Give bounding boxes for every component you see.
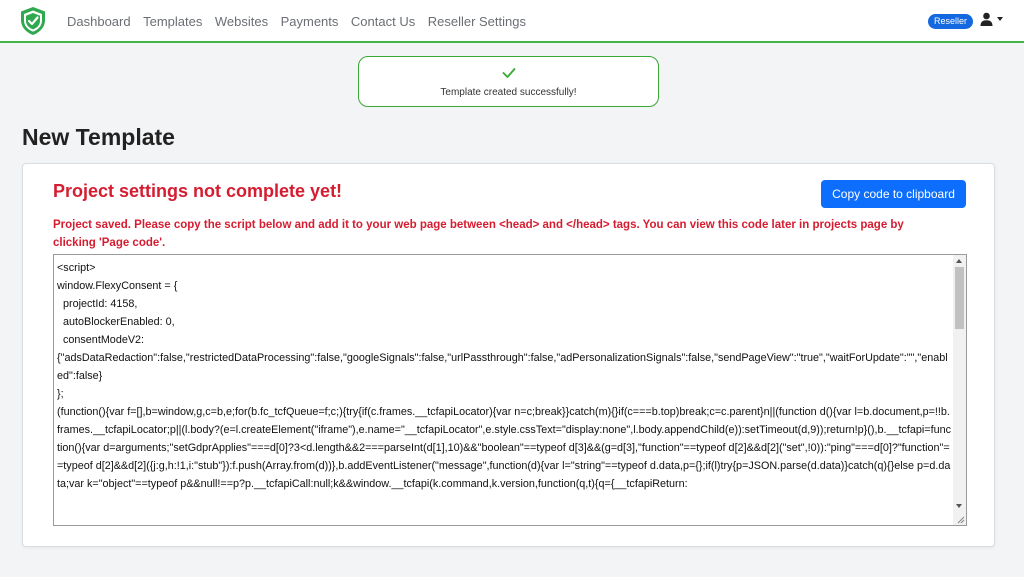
template-card: Project settings not complete yet! Copy … [22, 163, 995, 547]
code-content: <script> window.FlexyConsent = { project… [57, 262, 952, 490]
warning-text: Project saved. Please copy the script be… [53, 219, 904, 249]
scroll-thumb[interactable] [955, 267, 964, 329]
nav-link-contact-us[interactable]: Contact Us [351, 14, 415, 29]
nav-link-payments[interactable]: Payments [281, 14, 339, 29]
resize-grip-icon[interactable] [955, 514, 965, 524]
toast-message: Template created successfully! [440, 87, 577, 98]
check-icon [502, 68, 516, 78]
copy-code-button[interactable]: Copy code to clipboard [821, 180, 966, 208]
nav-link-websites[interactable]: Websites [215, 14, 268, 29]
reseller-badge: Reseller [928, 14, 974, 29]
scroll-up-icon[interactable] [956, 259, 962, 263]
success-toast: Template created successfully! [358, 56, 659, 107]
nav-link-templates[interactable]: Templates [143, 14, 202, 29]
shield-check-icon[interactable] [19, 6, 47, 36]
nav-link-dashboard[interactable]: Dashboard [67, 14, 131, 29]
code-textarea[interactable]: <script> window.FlexyConsent = { project… [53, 254, 967, 526]
user-menu-toggle[interactable] [980, 12, 1003, 26]
nav-link-reseller-settings[interactable]: Reseller Settings [428, 14, 526, 29]
user-icon [980, 12, 993, 26]
nav-links: Dashboard Templates Websites Payments Co… [67, 0, 539, 43]
code-scrollbar[interactable] [953, 255, 966, 525]
chevron-down-icon [997, 17, 1003, 21]
page-title: New Template [22, 124, 175, 150]
scroll-down-icon[interactable] [956, 504, 962, 508]
warning-title: Project settings not complete yet! [53, 181, 343, 201]
top-navbar: Dashboard Templates Websites Payments Co… [0, 0, 1024, 43]
